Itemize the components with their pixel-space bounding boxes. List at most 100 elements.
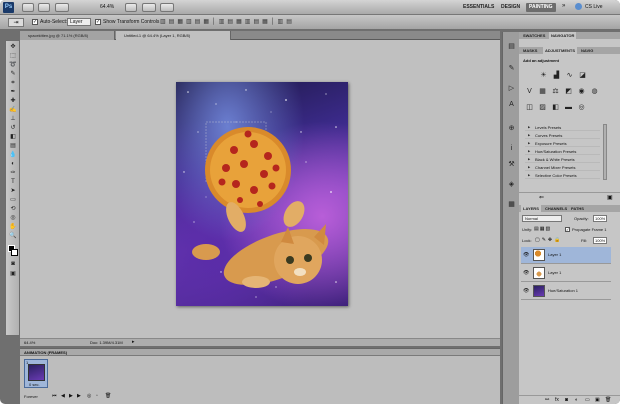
pen-tool-icon[interactable]: ✑ <box>8 170 18 177</box>
tab-navigator[interactable]: NAVIGATOR <box>549 32 577 39</box>
selective-color-icon[interactable]: ◎ <box>576 103 587 113</box>
propagate-checkbox[interactable]: ✓ <box>565 227 570 232</box>
move-tool-preset-picker[interactable]: ⇥ <box>8 18 24 27</box>
tab-paths[interactable]: PATHS <box>569 205 586 212</box>
new-fill-layer-icon[interactable]: ◐ <box>575 397 578 403</box>
crop-tool-icon[interactable]: ⌗ <box>8 80 18 87</box>
exposure-icon[interactable]: ◪ <box>577 71 588 81</box>
cs-live-icon[interactable] <box>575 3 582 10</box>
eraser-tool-icon[interactable]: ◧ <box>8 134 18 141</box>
new-group-icon[interactable]: ▭ <box>585 397 590 403</box>
animation-frame[interactable]: 1 0 sec. <box>24 359 48 388</box>
auto-select-dropdown[interactable]: Layer <box>67 18 91 26</box>
character-icon[interactable]: A <box>506 100 517 109</box>
background-color-swatch[interactable] <box>11 249 18 256</box>
add-mask-icon[interactable]: ◙ <box>565 397 568 403</box>
layer-name[interactable]: Layer 1 <box>548 270 561 275</box>
auto-select-checkbox[interactable]: ✓ <box>32 19 38 25</box>
launch-mini-bridge-button[interactable] <box>38 3 50 12</box>
workspace-painting[interactable]: PAINTING <box>526 3 556 12</box>
color-balance-icon[interactable]: ⚖ <box>550 87 561 97</box>
workspace-essentials[interactable]: ESSENTIALS <box>460 3 497 12</box>
lasso-tool-icon[interactable]: ➰ <box>8 62 18 69</box>
clone-source-icon[interactable]: ⊕ <box>506 124 517 133</box>
photo-filter-icon[interactable]: ◉ <box>576 87 587 97</box>
preset-selective-color[interactable]: Selective Color Presets <box>525 172 600 179</box>
threshold-icon[interactable]: ◧ <box>550 103 561 113</box>
return-to-list-icon[interactable]: ⇐ <box>539 194 544 201</box>
preset-channel-mixer[interactable]: Channel Mixer Presets <box>525 164 600 171</box>
tab-channels[interactable]: CHANNELS <box>543 205 569 212</box>
gradient-tool-icon[interactable]: ▤ <box>8 143 18 150</box>
next-frame-icon[interactable]: ▶ <box>77 393 81 399</box>
new-layer-icon[interactable]: ▣ <box>595 397 600 403</box>
workspace-design[interactable]: DESIGN <box>498 3 523 12</box>
preset-hue-saturation[interactable]: Hue/Saturation Presets <box>525 148 600 155</box>
preset-black-white[interactable]: Black & White Presets <box>525 156 600 163</box>
layer-name[interactable]: Hue/Saturation 1 <box>548 288 578 293</box>
tab-masks[interactable]: MASKS <box>521 47 539 54</box>
layer-name[interactable]: Layer 1 <box>548 252 561 257</box>
visibility-eye-icon[interactable]: 👁 <box>523 288 529 294</box>
brush-tool-icon[interactable]: ✍ <box>8 107 18 114</box>
gradient-map-icon[interactable]: ▬ <box>563 103 574 113</box>
3d-icon[interactable]: ◈ <box>506 180 517 189</box>
visibility-eye-icon[interactable]: 👁 <box>523 270 529 276</box>
new-adjustment-layer-icon[interactable]: ▣ <box>607 194 613 201</box>
status-zoom-field[interactable]: 64.4% <box>24 340 35 345</box>
opacity-field[interactable]: 100% <box>593 215 607 222</box>
dodge-tool-icon[interactable]: ◐ <box>8 161 18 168</box>
layer-row[interactable]: 👁 Layer 1 <box>521 265 611 282</box>
invert-icon[interactable]: ◫ <box>524 103 535 113</box>
lock-buttons[interactable]: ▢✎✥🔒 <box>535 237 562 243</box>
tab-layers[interactable]: LAYERS <box>521 205 541 212</box>
unify-buttons[interactable]: ▤▦▧ <box>534 226 551 232</box>
cs-live-button[interactable]: CS Live <box>585 4 603 10</box>
clone-stamp-tool-icon[interactable]: ⊥ <box>8 116 18 123</box>
duplicate-frame-icon[interactable]: ▫ <box>96 393 98 399</box>
brightness-contrast-icon[interactable]: ☀ <box>538 71 549 81</box>
vibrance-icon[interactable]: V <box>524 87 535 97</box>
hue-saturation-icon[interactable]: ▦ <box>537 87 548 97</box>
curves-icon[interactable]: ∿ <box>564 71 575 81</box>
hand-tool-button[interactable] <box>125 3 137 12</box>
info-icon[interactable]: i <box>506 144 517 153</box>
document-canvas[interactable] <box>176 82 348 306</box>
status-doc-size[interactable]: Doc: 1.39M/4.31M <box>90 340 123 345</box>
more-workspaces-icon[interactable]: » <box>562 3 565 9</box>
quick-select-tool-icon[interactable]: ✎ <box>8 71 18 78</box>
channel-mixer-icon[interactable]: ◍ <box>589 87 600 97</box>
healing-brush-tool-icon[interactable]: ✚ <box>8 98 18 105</box>
launch-bridge-button[interactable] <box>22 3 34 12</box>
first-frame-icon[interactable]: ⏮ <box>52 393 57 399</box>
shape-tool-icon[interactable]: ▭ <box>8 197 18 204</box>
tab-swatches[interactable]: SWATCHES <box>521 32 547 39</box>
view-extras-button[interactable] <box>55 3 69 12</box>
frame-delay[interactable]: 0 sec. <box>29 382 40 387</box>
play-icon[interactable]: ▶ <box>69 393 73 399</box>
move-tool-icon[interactable]: ✥ <box>8 44 18 51</box>
actions-icon[interactable]: ▷ <box>506 84 517 93</box>
posterize-icon[interactable]: ▨ <box>537 103 548 113</box>
tween-icon[interactable]: ◎ <box>87 393 91 399</box>
delete-layer-icon[interactable]: 🗑 <box>605 397 611 403</box>
brush-presets-icon[interactable]: ✎ <box>506 64 517 73</box>
type-tool-icon[interactable]: T <box>8 179 18 186</box>
arrange-documents-button[interactable] <box>142 3 156 12</box>
doc-tab-spacekitten[interactable]: spacekitten.jpg @ 71.1% (RGB/8) <box>20 31 115 40</box>
blur-tool-icon[interactable]: 💧 <box>8 152 18 159</box>
fill-field[interactable]: 100% <box>593 237 607 244</box>
delete-frame-icon[interactable]: 🗑 <box>105 393 111 399</box>
layer-row[interactable]: 👁 Layer 1 <box>521 247 611 264</box>
preset-exposure[interactable]: Exposure Presets <box>525 140 600 147</box>
visibility-eye-icon[interactable]: 👁 <box>523 252 529 258</box>
3d-rotate-tool-icon[interactable]: ⟲ <box>8 206 18 213</box>
prev-frame-icon[interactable]: ◀ <box>61 393 65 399</box>
hand-tool-icon[interactable]: ✋ <box>8 224 18 231</box>
quick-mask-icon[interactable]: ◙ <box>8 261 18 268</box>
zoom-tool-icon[interactable]: 🔍 <box>8 233 18 240</box>
tool-presets-icon[interactable]: ⚒ <box>506 160 517 169</box>
marquee-tool-icon[interactable]: ⬚ <box>8 53 18 60</box>
show-transform-checkbox[interactable]: ✓ <box>95 19 101 25</box>
loop-dropdown[interactable]: Forever <box>24 394 38 399</box>
